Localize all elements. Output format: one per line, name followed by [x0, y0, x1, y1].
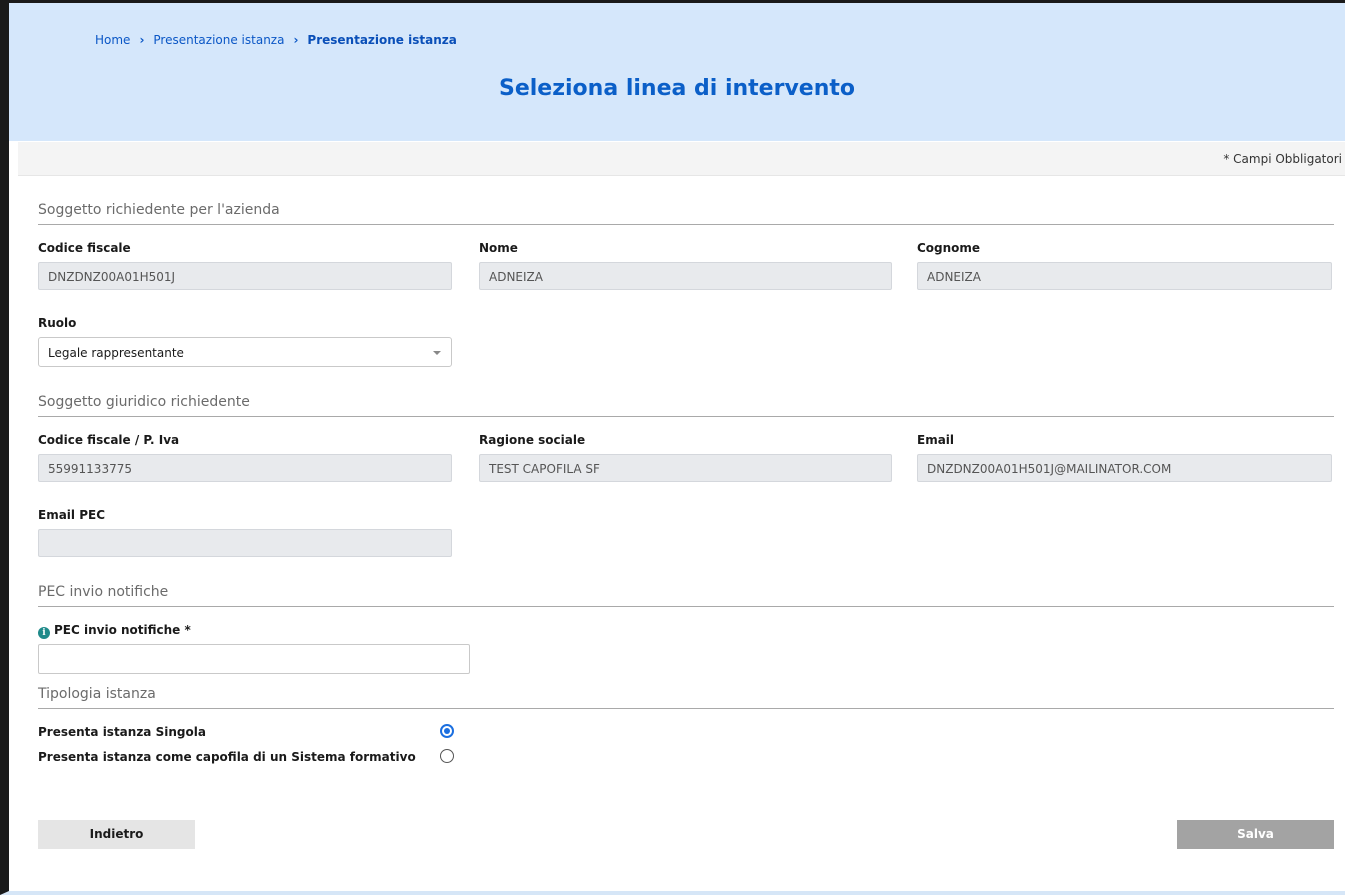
- required-fields-note: * Campi Obbligatori: [1223, 152, 1342, 166]
- ruolo-select[interactable]: Legale rappresentante: [38, 337, 452, 367]
- breadcrumb-separator-icon: ›: [139, 33, 145, 47]
- breadcrumb-home[interactable]: Home: [95, 33, 130, 47]
- cf-piva-field: 55991133775: [38, 454, 452, 482]
- codice-fiscale-label: Codice fiscale: [38, 241, 131, 255]
- section-title-soggetto-richiedente: Soggetto richiedente per l'azienda: [38, 202, 1334, 225]
- radio-label-capofila[interactable]: Presenta istanza come capofila di un Sis…: [38, 750, 416, 764]
- radio-singola[interactable]: [440, 724, 454, 738]
- breadcrumb: Home › Presentazione istanza › Presentaz…: [95, 33, 457, 47]
- section-title-tipologia: Tipologia istanza: [38, 686, 1334, 709]
- radio-capofila[interactable]: [440, 749, 454, 763]
- breadcrumb-presentazione[interactable]: Presentazione istanza: [153, 33, 284, 47]
- info-icon[interactable]: i: [38, 627, 50, 639]
- nome-label: Nome: [479, 241, 518, 255]
- ragione-sociale-label: Ragione sociale: [479, 433, 586, 447]
- pec-notifiche-label-row: i PEC invio notifiche *: [38, 623, 191, 639]
- email-field: DNZDNZ00A01H501J@MAILINATOR.COM: [917, 454, 1332, 482]
- ragione-sociale-field: TEST CAPOFILA SF: [479, 454, 892, 482]
- page-title: Seleziona linea di intervento: [498, 76, 856, 101]
- cf-piva-label: Codice fiscale / P. Iva: [38, 433, 180, 447]
- back-button[interactable]: Indietro: [38, 820, 195, 849]
- app-frame: Home › Presentazione istanza › Presentaz…: [0, 0, 1345, 895]
- required-fields-bar: * Campi Obbligatori: [18, 142, 1345, 176]
- ruolo-label: Ruolo: [38, 316, 77, 330]
- chevron-down-icon: [433, 351, 441, 355]
- radio-label-singola[interactable]: Presenta istanza Singola: [38, 725, 206, 739]
- pec-notifiche-label: PEC invio notifiche *: [54, 623, 191, 637]
- pec-notifiche-input[interactable]: [38, 644, 470, 674]
- page-header: Home › Presentazione istanza › Presentaz…: [9, 3, 1345, 141]
- ruolo-selected-value: Legale rappresentante: [48, 346, 184, 360]
- email-pec-field: [38, 529, 452, 557]
- section-title-soggetto-giuridico: Soggetto giuridico richiedente: [38, 394, 1334, 417]
- cognome-label: Cognome: [917, 241, 981, 255]
- email-pec-label: Email PEC: [38, 508, 106, 522]
- cognome-field: ADNEIZA: [917, 262, 1332, 290]
- section-title-pec-notifiche: PEC invio notifiche: [38, 584, 1334, 607]
- codice-fiscale-field: DNZDNZ00A01H501J: [38, 262, 452, 290]
- breadcrumb-separator-icon: ›: [293, 33, 299, 47]
- nome-field: ADNEIZA: [479, 262, 892, 290]
- email-label: Email: [917, 433, 955, 447]
- breadcrumb-current: Presentazione istanza: [307, 33, 457, 47]
- save-button[interactable]: Salva: [1177, 820, 1334, 849]
